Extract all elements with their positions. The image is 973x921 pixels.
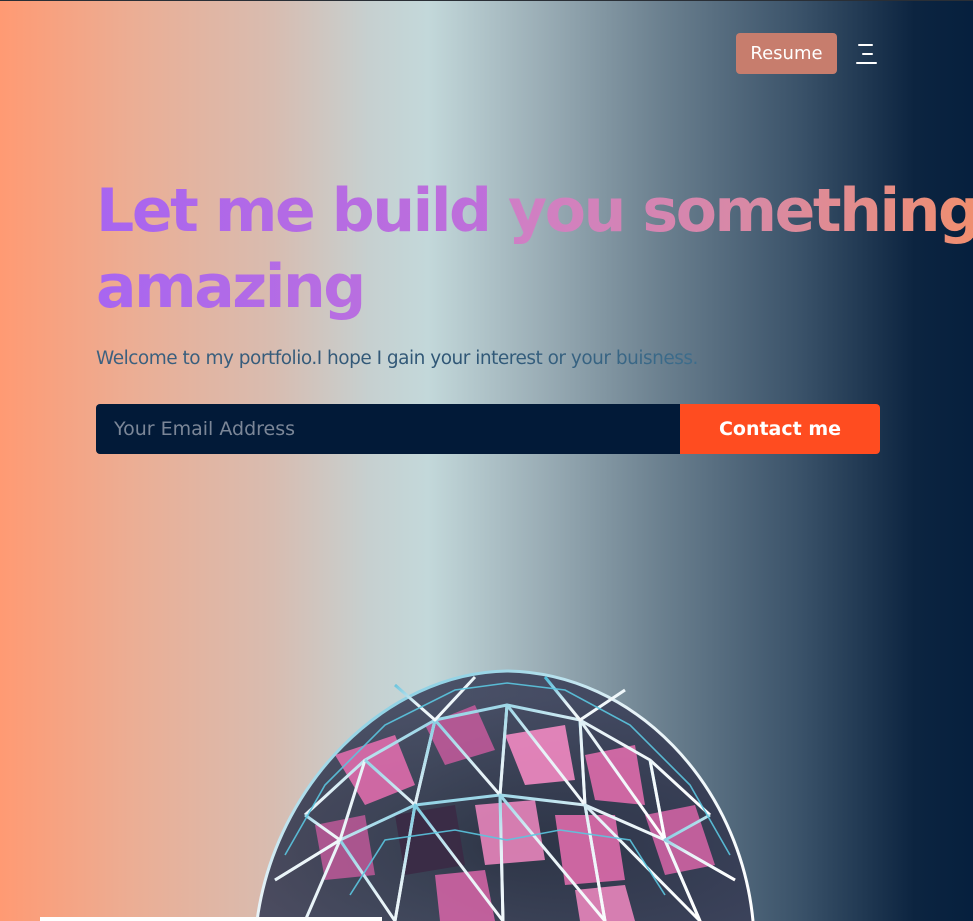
hero-title: Let me build you something amazing: [96, 173, 973, 325]
geodesic-sphere-graphic: [245, 665, 760, 921]
hero-title-part-3: amazing: [96, 252, 366, 322]
email-input[interactable]: [96, 404, 680, 454]
top-border: [0, 0, 973, 1]
hero-title-line-1: Let me build you something: [96, 173, 973, 249]
contact-button[interactable]: Contact me: [680, 404, 880, 454]
menu-button[interactable]: [852, 40, 880, 68]
bottom-scroll-strip: [40, 917, 382, 921]
geodesic-sphere-icon: [255, 669, 755, 921]
hero-title-line-2: amazing: [96, 249, 896, 325]
hero-subtitle: Welcome to my portfolio.I hope I gain yo…: [96, 345, 698, 373]
resume-button[interactable]: Resume: [736, 33, 837, 74]
hero-title-part-2: you something: [508, 176, 973, 246]
hero-title-part-1: Let me build: [96, 176, 509, 246]
contact-form: Contact me: [96, 404, 880, 454]
hamburger-menu-icon: [856, 44, 877, 64]
